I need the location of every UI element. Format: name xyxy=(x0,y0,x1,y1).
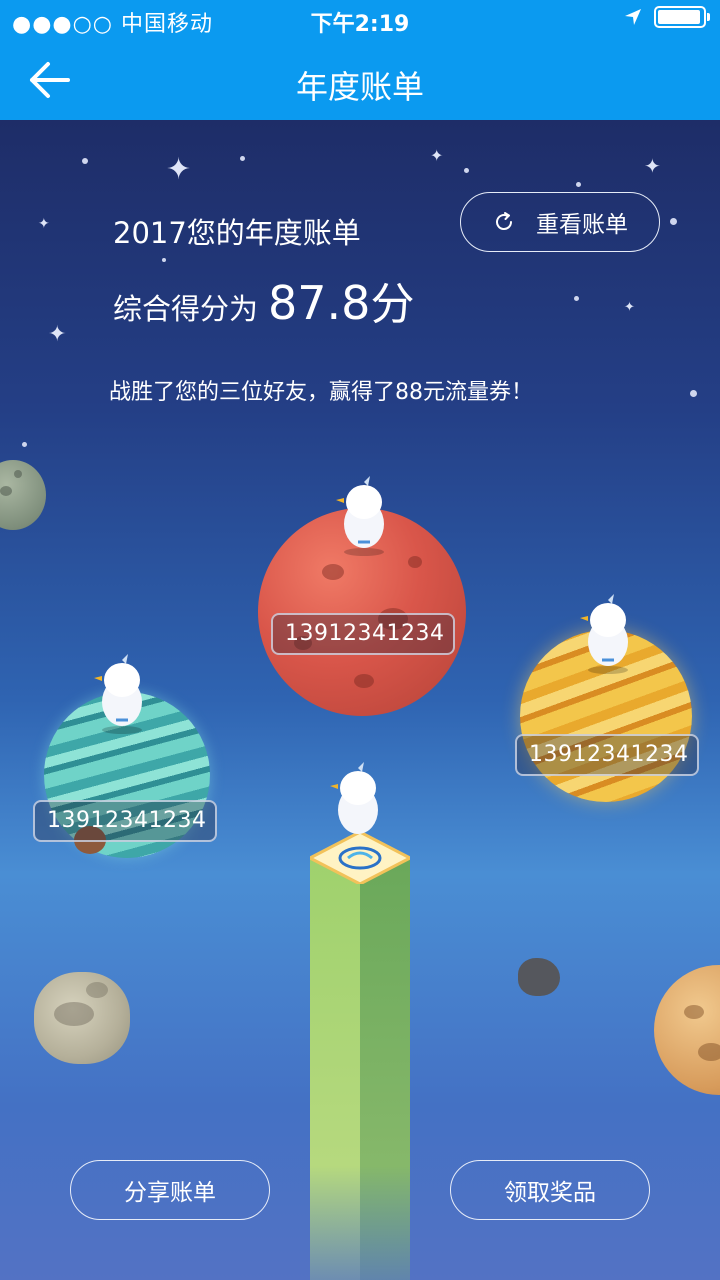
star xyxy=(82,158,88,164)
friend-phone-tag: 13912341234 xyxy=(33,800,217,842)
share-bill-button[interactable]: 分享账单 xyxy=(70,1160,270,1220)
battery-icon xyxy=(654,6,710,28)
page-title: 年度账单 xyxy=(295,68,424,106)
score-unit: 分 xyxy=(370,279,415,330)
star xyxy=(574,296,579,301)
friend-phone-tag: 13912341234 xyxy=(515,734,699,776)
star xyxy=(690,390,697,397)
clock: 下午2:19 xyxy=(310,12,410,37)
planet-orange xyxy=(654,965,720,1095)
star xyxy=(576,182,581,187)
report-title: 2017您的年度账单 xyxy=(113,216,361,250)
replay-button[interactable]: 重看账单 xyxy=(460,192,660,252)
sparkle: ✦ xyxy=(644,154,661,178)
result-text: 战胜了您的三位好友，赢得了88元流量券！ xyxy=(109,380,533,405)
star xyxy=(162,258,166,262)
status-bar: ●●●○○ 中国移动 下午2:19 xyxy=(0,0,720,40)
sparkle: ✦ xyxy=(624,300,635,315)
replay-label: 重看账单 xyxy=(536,212,628,238)
star xyxy=(240,156,245,161)
score-pillar xyxy=(310,832,410,1280)
friend-phone-tag: 13912341234 xyxy=(271,613,455,655)
planet-grey xyxy=(0,460,46,530)
mascot-icon xyxy=(580,594,628,674)
share-label: 分享账单 xyxy=(124,1180,216,1206)
claim-prize-button[interactable]: 领取奖品 xyxy=(450,1160,650,1220)
score-label: 综合得分为 xyxy=(113,292,259,326)
star xyxy=(22,442,27,447)
sparkle: ✦ xyxy=(48,322,67,347)
mascot-icon xyxy=(336,476,384,556)
score-line: 综合得分为 87.8 分 xyxy=(113,268,414,332)
planet-beige xyxy=(34,972,130,1064)
sparkle: ✦ xyxy=(166,152,192,187)
mascot-icon xyxy=(94,654,142,734)
score-value: 87.8 xyxy=(268,276,371,330)
location-arrow-icon xyxy=(625,9,641,25)
refresh-icon xyxy=(496,212,513,231)
sparkle: ✦ xyxy=(38,216,50,232)
bill-scene: ✦ ✦ ✦ ✦ ✦ ✦ 2017您的年度账单 综合得分为 87.8 分 战胜了您… xyxy=(0,120,720,1280)
sparkle: ✦ xyxy=(430,146,444,165)
nav-bar: 年度账单 xyxy=(0,40,720,120)
claim-prize-label: 领取奖品 xyxy=(504,1180,596,1206)
mascot-icon xyxy=(330,762,378,834)
star xyxy=(464,168,469,173)
asteroid xyxy=(518,958,560,996)
star xyxy=(670,218,677,225)
status-icons xyxy=(624,6,710,28)
